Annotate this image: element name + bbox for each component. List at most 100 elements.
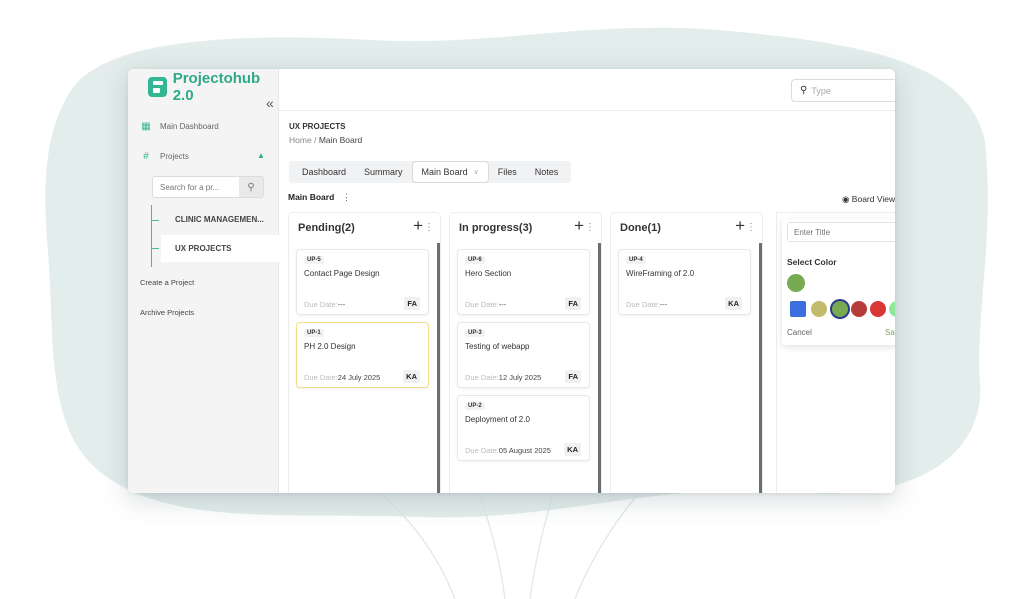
board-label: Main Board	[288, 192, 335, 202]
tab-bar: Dashboard Summary Main Board ∨ Files Not…	[289, 161, 572, 183]
cancel-button[interactable]: Cancel	[787, 328, 812, 337]
eye-icon: ◉	[842, 194, 850, 204]
due-label: Due Date:	[465, 300, 499, 309]
task-card[interactable]: UP-5 Contact Page Design Due Date:--- FA	[296, 249, 429, 315]
card-title: WireFraming of 2.0	[626, 269, 695, 278]
task-card[interactable]: UP-6 Hero Section Due Date:--- FA	[457, 249, 590, 315]
avatar: FA	[565, 297, 581, 310]
sidebar: Projectohub 2.0 « ▦ Main Dashboard # Pro…	[128, 69, 279, 493]
add-card-icon[interactable]: +	[735, 216, 745, 236]
sidebar-item-label: Main Dashboard	[160, 122, 219, 131]
avatar: FA	[404, 297, 420, 310]
column-scrollbar[interactable]	[437, 243, 440, 493]
tree-line	[151, 205, 152, 267]
logo-text: Projectohub 2.0	[172, 70, 261, 104]
column-scrollbar[interactable]	[598, 243, 601, 493]
column-done: Done(1) + ⋮ UP-4 WireFraming of 2.0 Due …	[611, 213, 762, 493]
board-view-label: Board View	[851, 194, 895, 204]
tree-branch	[151, 220, 159, 221]
color-swatch-mint[interactable]	[889, 301, 895, 317]
project-search: ⚲	[152, 176, 264, 198]
due-label: Due Date:	[304, 300, 338, 309]
avatar: KA	[725, 297, 742, 310]
card-due: Due Date:12 July 2025	[465, 373, 541, 382]
board-view-toggle[interactable]: ◉ Board View	[842, 194, 895, 205]
due-value: ---	[337, 300, 346, 309]
breadcrumb-home[interactable]: Home	[289, 135, 312, 145]
sidebar-item-label: Projects	[160, 152, 189, 161]
search-icon: ⚲	[800, 85, 808, 96]
column-menu-icon[interactable]: ⋮	[746, 222, 756, 233]
sidebar-item-archive-projects[interactable]: Archive Projects	[140, 308, 194, 317]
card-title: Deployment of 2.0	[465, 415, 530, 424]
global-search[interactable]: ⚲ Type	[791, 79, 895, 102]
column-menu-icon[interactable]: ⋮	[424, 222, 434, 233]
column-title: Done(1)	[620, 222, 661, 234]
search-icon[interactable]: ⚲	[239, 177, 263, 197]
sidebar-subitem-ux-projects[interactable]: UX PROJECTS	[161, 235, 279, 262]
chevron-up-icon[interactable]: ▲	[257, 151, 265, 160]
topbar: ⚲ Type	[279, 69, 895, 111]
page-title: UX PROJECTS	[289, 122, 346, 131]
breadcrumb-separator: /	[314, 135, 317, 145]
due-label: Due Date:	[304, 373, 338, 382]
save-button[interactable]: Save	[885, 328, 895, 337]
column-pending: Pending(2) + ⋮ UP-5 Contact Page Design …	[289, 213, 440, 493]
sidebar-item-main-dashboard[interactable]: ▦ Main Dashboard	[140, 121, 219, 132]
due-value: ---	[659, 300, 668, 309]
avatar: KA	[564, 443, 581, 456]
tab-summary[interactable]: Summary	[355, 161, 412, 183]
card-id: UP-1	[304, 329, 324, 337]
color-swatch-olive[interactable]	[811, 301, 827, 317]
card-id: UP-4	[626, 256, 646, 264]
project-search-input[interactable]	[153, 177, 239, 197]
card-title: Testing of webapp	[465, 342, 530, 351]
task-card[interactable]: UP-3 Testing of webapp Due Date:12 July …	[457, 322, 590, 388]
column-title: Pending(2)	[298, 222, 355, 234]
card-due: Due Date:24 July 2025	[304, 373, 380, 382]
card-title: Hero Section	[465, 269, 512, 278]
selected-color-preview	[787, 274, 805, 292]
tab-main-board[interactable]: Main Board ∨	[411, 161, 489, 183]
sidebar-subitem-clinic[interactable]: CLINIC MANAGEMEN...	[161, 206, 264, 233]
chevron-down-icon: ∨	[473, 169, 479, 176]
tab-notes[interactable]: Notes	[526, 161, 568, 183]
avatar: FA	[565, 370, 581, 383]
task-card[interactable]: UP-1 PH 2.0 Design Due Date:24 July 2025…	[296, 322, 429, 388]
breadcrumb-current: Main Board	[318, 135, 363, 145]
tab-label: Main Board	[421, 167, 468, 177]
tab-dashboard[interactable]: Dashboard	[293, 161, 355, 183]
color-swatch-green[interactable]	[832, 301, 848, 317]
sidebar-item-projects[interactable]: # Projects	[140, 151, 189, 162]
due-label: Due Date:	[465, 446, 499, 455]
due-label: Due Date:	[626, 300, 660, 309]
card-title: PH 2.0 Design	[304, 342, 356, 351]
color-swatch-red[interactable]	[870, 301, 886, 317]
due-label: Due Date:	[465, 373, 499, 382]
collapse-sidebar-icon[interactable]: «	[266, 95, 274, 111]
hash-icon: #	[143, 151, 149, 162]
add-card-icon[interactable]: +	[413, 216, 423, 236]
card-due: Due Date:---	[304, 300, 345, 309]
sidebar-item-create-project[interactable]: Create a Project	[140, 278, 194, 287]
task-card[interactable]: UP-4 WireFraming of 2.0 Due Date:--- KA	[618, 249, 751, 315]
grid-icon: ▦	[141, 121, 151, 132]
column-title-input[interactable]	[787, 222, 895, 242]
new-column-form: Select Color Cancel Save	[782, 219, 895, 345]
card-id: UP-5	[304, 256, 324, 264]
column-in-progress: In progress(3) + ⋮ UP-6 Hero Section Due…	[450, 213, 601, 493]
board-menu-icon[interactable]: ⋮	[342, 192, 351, 203]
add-card-icon[interactable]: +	[574, 216, 584, 236]
color-swatch-dark-red[interactable]	[851, 301, 867, 317]
color-swatch-blue[interactable]	[790, 301, 806, 317]
task-card[interactable]: UP-2 Deployment of 2.0 Due Date:05 Augus…	[457, 395, 590, 461]
tab-files[interactable]: Files	[489, 161, 526, 183]
card-id: UP-6	[465, 256, 485, 264]
column-menu-icon[interactable]: ⋮	[585, 222, 595, 233]
due-value: 12 July 2025	[498, 373, 542, 382]
card-due: Due Date:---	[626, 300, 667, 309]
logo[interactable]: Projectohub 2.0	[148, 70, 278, 104]
card-due: Due Date:05 August 2025	[465, 446, 551, 455]
column-scrollbar[interactable]	[759, 243, 762, 493]
card-due: Due Date:---	[465, 300, 506, 309]
